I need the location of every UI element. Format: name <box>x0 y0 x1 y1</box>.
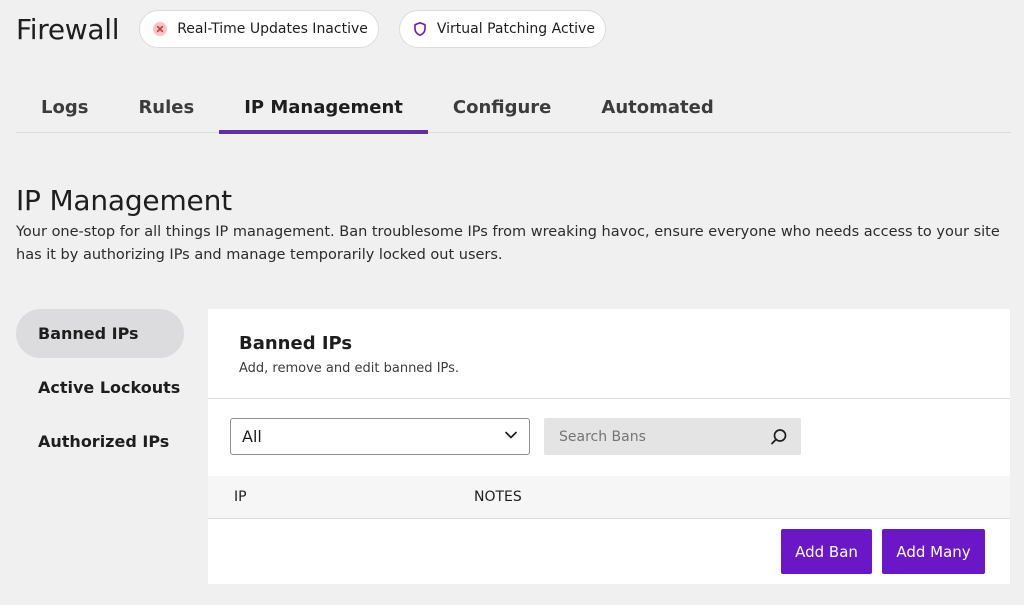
search-icon[interactable] <box>769 427 789 447</box>
page-description: Your one-stop for all things IP manageme… <box>16 224 1000 263</box>
tab-configure[interactable]: Configure <box>428 82 577 133</box>
ban-filter-value: All <box>242 427 262 446</box>
panel-title: Banned IPs <box>239 333 353 354</box>
add-ban-button[interactable]: Add Ban <box>781 529 872 574</box>
panel-subtitle: Add, remove and edit banned IPs. <box>239 361 460 376</box>
tab-rules[interactable]: Rules <box>113 82 219 133</box>
banned-ips-panel: Banned IPs Add, remove and edit banned I… <box>208 309 1010 584</box>
realtime-updates-badge[interactable]: Real-Time Updates Inactive <box>139 10 379 48</box>
tab-logs[interactable]: Logs <box>16 82 113 133</box>
sidebar-item-authorized-ips[interactable]: Authorized IPs <box>16 417 184 466</box>
add-many-button[interactable]: Add Many <box>882 529 985 574</box>
search-bans <box>544 418 801 455</box>
chevron-down-icon <box>503 427 519 447</box>
ban-filter-select[interactable]: All <box>230 418 530 455</box>
app-title: Firewall <box>16 12 120 46</box>
search-bans-input[interactable] <box>544 418 754 455</box>
column-ip: IP <box>234 489 247 505</box>
tab-ip-management[interactable]: IP Management <box>219 82 428 134</box>
x-circle-icon <box>152 21 168 37</box>
virtual-patching-badge[interactable]: Virtual Patching Active <box>398 10 606 48</box>
page-header: Firewall Real-Time Updates Inactive Virt… <box>16 9 626 49</box>
page-title: IP Management <box>16 184 232 217</box>
panel-divider <box>208 398 1010 399</box>
ip-management-sidebar: Banned IPs Active Lockouts Authorized IP… <box>16 309 184 471</box>
main-tabs: Logs Rules IP Management Configure Autom… <box>16 82 1011 134</box>
tab-automated[interactable]: Automated <box>576 82 738 133</box>
virtual-patching-label: Virtual Patching Active <box>436 21 595 37</box>
table-header: IP NOTES <box>208 476 1010 519</box>
sidebar-item-active-lockouts[interactable]: Active Lockouts <box>16 363 184 412</box>
realtime-updates-label: Real-Time Updates Inactive <box>177 21 368 37</box>
shield-icon <box>412 21 428 37</box>
column-notes: NOTES <box>474 489 522 505</box>
sidebar-item-banned-ips[interactable]: Banned IPs <box>16 309 184 358</box>
